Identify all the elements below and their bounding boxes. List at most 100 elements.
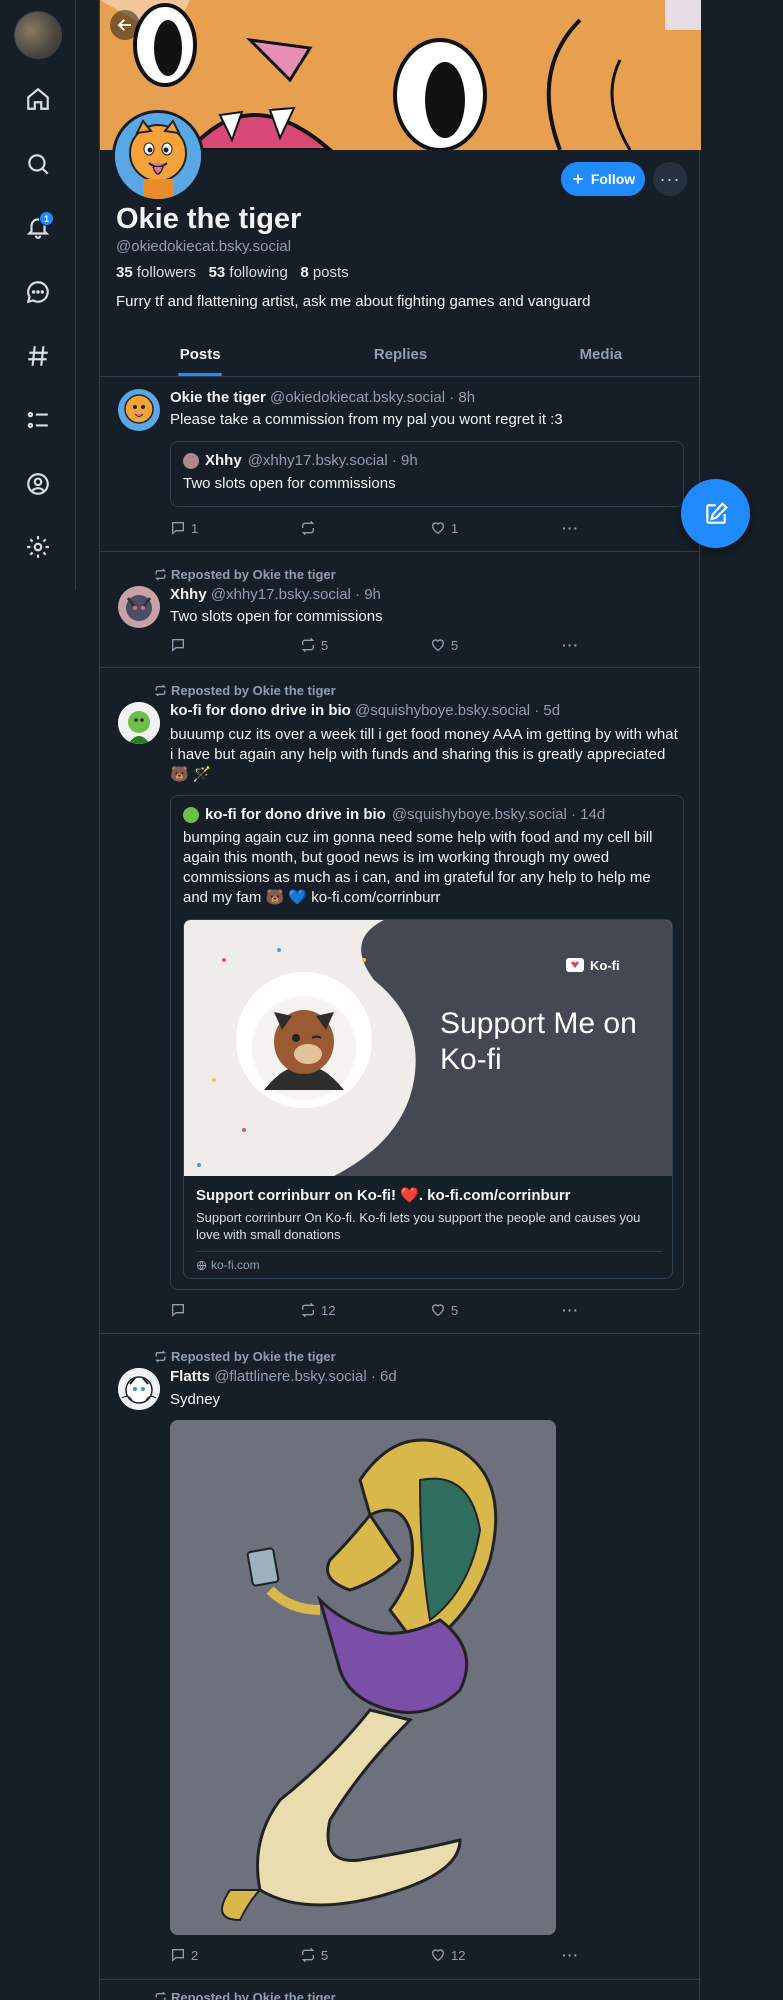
globe-icon: [196, 1260, 207, 1270]
reposted-by-label: Reposted by Okie the tiger: [171, 1990, 336, 2000]
post-author-handle[interactable]: @xhhy17.bsky.social · 9h: [211, 586, 381, 603]
following-link[interactable]: 53 following: [209, 264, 288, 281]
notifications-bell-icon[interactable]: 1: [22, 211, 54, 243]
feed-post[interactable]: Reposted by Okie the tiger: [100, 1980, 701, 2000]
chat-icon[interactable]: [22, 276, 54, 308]
reposted-by-label: Reposted by Okie the tiger: [171, 1349, 336, 1364]
repost-button[interactable]: [300, 520, 321, 536]
like-button[interactable]: 12: [430, 1947, 465, 1963]
profile-avatar[interactable]: [112, 110, 204, 202]
tab-replies[interactable]: Replies: [300, 333, 500, 376]
feed-post[interactable]: Reposted by Okie the tiger ko-fi for don…: [100, 668, 701, 1334]
post-author-avatar[interactable]: [118, 702, 160, 744]
post-image[interactable]: [170, 1420, 556, 1935]
kofi-brand-label: Ko-fi: [590, 958, 620, 973]
post-author-avatar[interactable]: [118, 389, 160, 431]
feed-post[interactable]: Okie the tiger @okiedokiecat.bsky.social…: [100, 377, 701, 552]
posts-count: 8: [300, 264, 309, 281]
like-button[interactable]: 1: [430, 520, 458, 536]
repost-icon: [155, 684, 166, 697]
feed-post[interactable]: Reposted by Okie the tiger Xhhy @xhhy17.…: [100, 552, 701, 668]
lists-icon[interactable]: [22, 404, 54, 436]
post-author-name[interactable]: ko-fi for dono drive in bio: [170, 702, 351, 719]
followers-label: followers: [136, 264, 197, 281]
post-author-avatar[interactable]: [118, 586, 160, 628]
reposted-by-label: Reposted by Okie the tiger: [171, 683, 336, 698]
follow-label: Follow: [590, 171, 636, 187]
quoted-author-avatar: [183, 806, 199, 823]
post-more-button[interactable]: ···: [562, 1947, 579, 1963]
quoted-post[interactable]: Xhhy @xhhy17.bsky.social · 9h Two slots …: [170, 441, 684, 507]
repost-button[interactable]: 5: [300, 1947, 328, 1963]
profile-more-button[interactable]: ···: [653, 162, 687, 196]
post-actions: 5 5 ···: [170, 635, 590, 655]
tab-media[interactable]: Media: [501, 333, 701, 376]
post-author-handle[interactable]: @flattlinere.bsky.social · 6d: [214, 1368, 397, 1385]
reply-button[interactable]: 2: [170, 1947, 198, 1963]
post-text: Please take a commission from my pal you…: [170, 411, 563, 428]
reply-button[interactable]: 1: [170, 520, 198, 536]
like-button[interactable]: 5: [430, 1302, 458, 1318]
profile-tabs: Posts Replies Media: [100, 333, 701, 377]
repost-icon: [301, 637, 315, 653]
like-button[interactable]: 5: [430, 637, 458, 653]
settings-gear-icon[interactable]: [22, 531, 54, 563]
quoted-post-text: bumping again cuz im gonna need some hel…: [183, 829, 653, 906]
repost-icon: [301, 1947, 315, 1963]
reposted-by: Reposted by Okie the tiger: [154, 1990, 336, 2000]
back-button[interactable]: [110, 10, 140, 40]
post-more-button[interactable]: ···: [562, 520, 579, 536]
quoted-post[interactable]: ko-fi for dono drive in bio @squishyboye…: [170, 795, 684, 1290]
post-actions: 12 5 ···: [170, 1300, 590, 1320]
post-text: buuump cuz its over a week till i get fo…: [170, 726, 678, 783]
reply-button[interactable]: [170, 637, 191, 653]
like-count: 5: [451, 1302, 459, 1318]
kofi-image-heading: Support Me on Ko-fi: [440, 1007, 637, 1076]
link-card-domain-text: ko-fi.com: [211, 1258, 260, 1272]
reposted-by: Reposted by Okie the tiger: [154, 567, 336, 582]
current-user-avatar[interactable]: [14, 11, 62, 59]
divider: [196, 1251, 662, 1252]
reply-button[interactable]: [170, 1302, 191, 1318]
followers-link[interactable]: 35 followers: [116, 264, 196, 281]
post-text: Sydney: [170, 1391, 221, 1408]
compose-post-button[interactable]: [681, 479, 750, 548]
post-more-button[interactable]: ···: [562, 1302, 579, 1318]
repost-icon: [155, 568, 166, 581]
quoted-post-header: Xhhy @xhhy17.bsky.social · 9h: [183, 452, 418, 469]
feed-post[interactable]: Reposted by Okie the tiger Flatts @flatt…: [100, 1334, 701, 1980]
repost-count: 5: [321, 1947, 329, 1963]
feeds-hashtag-icon[interactable]: [22, 340, 54, 372]
profile-stats: 35 followers 53 following 8 posts: [116, 264, 349, 281]
post-author-name[interactable]: Flatts: [170, 1368, 210, 1385]
profile-icon[interactable]: [22, 468, 54, 500]
post-more-button[interactable]: ···: [562, 637, 579, 653]
link-card[interactable]: Ko-fi Support Me on Ko-fi Support corrin…: [183, 919, 673, 1279]
follow-button[interactable]: Follow: [561, 162, 645, 196]
repost-count: 12: [321, 1302, 336, 1318]
post-author-name[interactable]: Okie the tiger: [170, 389, 266, 406]
post-actions: 2 5 12 ···: [170, 1945, 590, 1965]
post-author-handle[interactable]: @okiedokiecat.bsky.social · 8h: [270, 389, 475, 406]
home-icon[interactable]: [22, 83, 54, 115]
repost-button[interactable]: 12: [300, 1302, 335, 1318]
repost-icon: [155, 1991, 166, 2000]
quoted-post-header: ko-fi for dono drive in bio @squishyboye…: [183, 806, 605, 823]
post-author-avatar[interactable]: [118, 1368, 160, 1410]
link-card-image: Ko-fi Support Me on Ko-fi: [184, 920, 672, 1176]
followers-count: 35: [116, 264, 133, 281]
quoted-author-handle: @xhhy17.bsky.social · 9h: [247, 452, 418, 469]
search-icon[interactable]: [22, 148, 54, 180]
repost-button[interactable]: 5: [300, 637, 328, 653]
following-label: following: [229, 264, 288, 281]
reply-count: 2: [191, 1947, 199, 1963]
profile-display-name: Okie the tiger: [116, 203, 302, 235]
profile-handle: @okiedokiecat.bsky.social: [116, 238, 292, 255]
post-author-handle[interactable]: @squishyboye.bsky.social · 5d: [355, 702, 560, 719]
reply-icon: [172, 522, 184, 535]
post-header: Flatts @flattlinere.bsky.social · 6d: [170, 1368, 397, 1385]
post-author-name[interactable]: Xhhy: [170, 586, 207, 603]
heart-icon: [431, 1304, 445, 1317]
tab-posts[interactable]: Posts: [100, 333, 300, 376]
reply-icon: [172, 1949, 184, 1962]
